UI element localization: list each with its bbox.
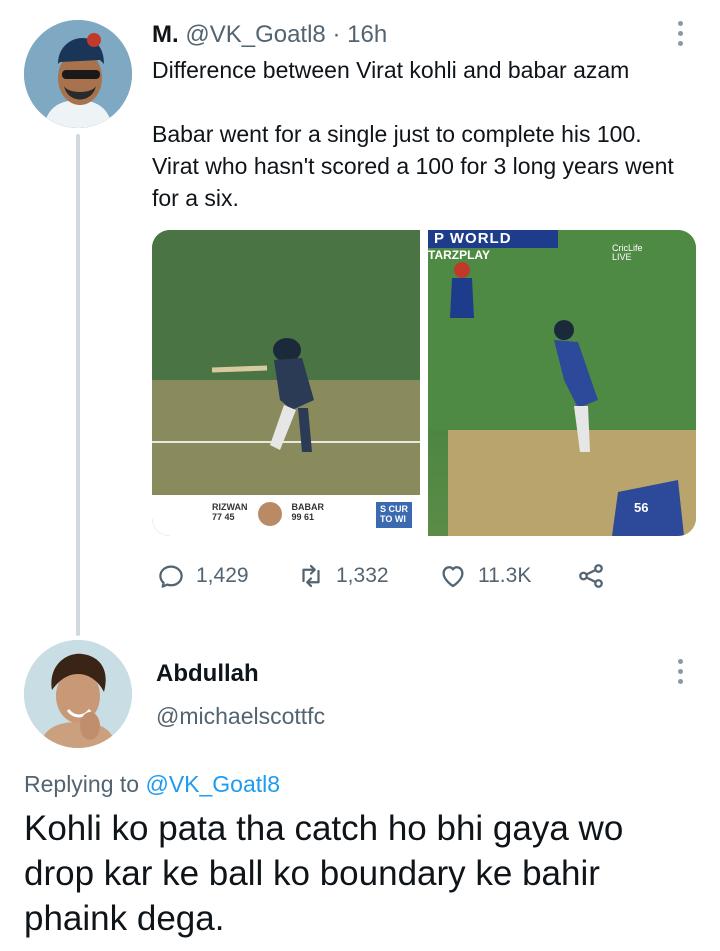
- banner-top: P WORLD: [434, 230, 512, 247]
- share-icon: [579, 564, 603, 588]
- reply-icon: [159, 565, 183, 588]
- retweet-count: 1,332: [336, 564, 389, 587]
- like-button[interactable]: 11.3K: [438, 561, 531, 591]
- jersey-number: 56: [634, 500, 649, 515]
- corner-brand: CricLife LIVE: [612, 244, 643, 262]
- replying-to: Replying to @VK_Goatl8: [24, 768, 280, 800]
- separator-dot: ·: [332, 21, 341, 48]
- tweet-text-line1: Difference between Virat kohli and babar…: [152, 57, 630, 83]
- tweet-media[interactable]: RIZWAN 77 45 BABAR 99 61 S CUR TO WI P W…: [152, 230, 696, 536]
- scorebar-player2-name: BABAR: [291, 502, 325, 512]
- tweet-text: Difference between Virat kohli and babar…: [152, 54, 692, 214]
- tweet-time[interactable]: 16h: [347, 21, 387, 48]
- like-count: 11.3K: [478, 564, 532, 587]
- retweet-button[interactable]: 1,332: [296, 561, 389, 591]
- media-image-babar[interactable]: RIZWAN 77 45 BABAR 99 61 S CUR TO WI: [152, 230, 420, 536]
- reply-author-name[interactable]: Abdullah: [156, 658, 259, 690]
- banner-sponsor: TARZPLAY: [428, 248, 491, 262]
- babar-scene: [152, 230, 420, 536]
- tweet-header: M. @VK_Goatl8 · 16h: [152, 20, 387, 50]
- scorebar-player1-score: 77 45: [212, 512, 235, 522]
- scorebar-extra2: TO WI: [379, 514, 406, 524]
- scorebar-player2: BABAR 99 61: [292, 502, 325, 528]
- author-handle[interactable]: @VK_Goatl8: [185, 21, 325, 48]
- scorebar-player2-score: 99 61: [291, 512, 315, 522]
- thread-line: [76, 134, 80, 636]
- retweet-icon: [302, 564, 320, 588]
- scorebar: RIZWAN 77 45 BABAR 99 61 S CUR TO WI: [212, 502, 412, 528]
- like-icon: [442, 566, 464, 588]
- more-icon[interactable]: [668, 656, 692, 686]
- replying-to-label: Replying to: [24, 771, 140, 797]
- tweet-text-line2: Babar went for a single just to complete…: [152, 121, 674, 211]
- scorebar-extra1: S CUR: [379, 504, 408, 514]
- author-avatar[interactable]: [24, 20, 132, 128]
- scorebar-extra: S CUR TO WI: [375, 502, 412, 528]
- author-name[interactable]: M.: [152, 21, 179, 48]
- avatar-photo: [24, 20, 132, 128]
- media-image-virat[interactable]: P WORLD TARZPLAY CricLife LIVE 56: [428, 230, 696, 536]
- share-button[interactable]: [576, 561, 606, 591]
- reply-avatar-photo: [24, 640, 132, 748]
- reply-text: Kohli ko pata tha catch ho bhi gaya wo d…: [24, 809, 624, 938]
- scorebar-player1: RIZWAN 77 45: [212, 502, 248, 528]
- scorebar-face: [257, 502, 282, 526]
- reply-button[interactable]: 1,429: [156, 561, 249, 591]
- corner-brand2: LIVE: [612, 252, 632, 262]
- virat-scene: [428, 230, 696, 536]
- replying-to-link[interactable]: @VK_Goatl8: [145, 771, 280, 797]
- reply-author-handle[interactable]: @michaelscottfc: [156, 700, 325, 732]
- reply-author-avatar[interactable]: [24, 640, 132, 748]
- more-icon[interactable]: [668, 18, 692, 48]
- scorebar-player1-name: RIZWAN: [212, 502, 248, 512]
- reply-count: 1,429: [196, 564, 249, 587]
